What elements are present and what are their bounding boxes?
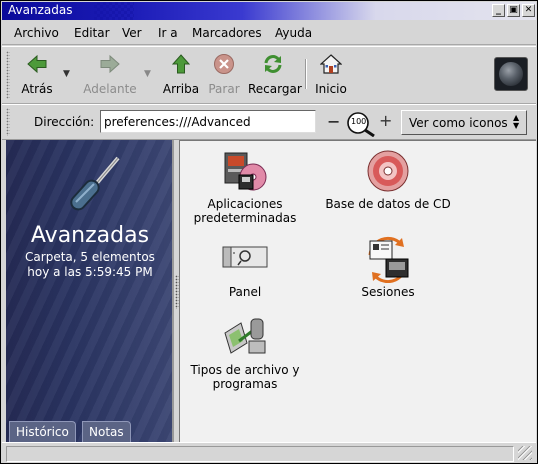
title-bar[interactable]: Avanzadas _ ▣ ✕ xyxy=(2,2,536,20)
file-item-label-line2: predeterminadas xyxy=(193,211,297,225)
status-bar xyxy=(2,442,536,463)
file-item-label: Sesiones xyxy=(361,285,415,299)
maximize-button[interactable]: ▣ xyxy=(507,4,520,17)
menu-editar[interactable]: Editar xyxy=(74,26,110,40)
zoom-level: 100 xyxy=(351,117,367,126)
forward-label: Adelante xyxy=(83,82,137,96)
file-manager-window: Avanzadas _ ▣ ✕ Archivo Editar Ver Ir a … xyxy=(0,0,538,464)
location-bar-grip[interactable] xyxy=(6,108,10,136)
panel-icon xyxy=(222,246,268,268)
window-title: Avanzadas xyxy=(8,3,73,17)
home-icon xyxy=(320,54,342,74)
forward-button[interactable]: Adelante xyxy=(80,53,140,99)
spinner-arrows-icon: ▲ ▼ xyxy=(513,113,520,130)
file-item-cd-database[interactable]: Base de datos de CD xyxy=(323,147,453,211)
file-item-label: Aplicaciones xyxy=(207,197,283,211)
file-item-sessions[interactable]: Sesiones xyxy=(323,235,453,299)
location-bar: Dirección: − 100 + Ver como iconos ▲▼ xyxy=(2,104,536,140)
stop-icon xyxy=(214,54,234,74)
tab-notas[interactable]: Notas xyxy=(82,421,131,442)
location-label: Dirección: xyxy=(34,115,95,129)
zoom-out-button[interactable]: − xyxy=(327,114,340,130)
file-item-label: Tipos de archivo y xyxy=(190,363,300,377)
stop-label: Parar xyxy=(208,82,240,96)
reload-button[interactable]: Recargar xyxy=(248,53,302,99)
zoom-in-button[interactable]: + xyxy=(379,113,392,129)
menu-ir-a[interactable]: Ir a xyxy=(158,26,178,40)
location-input[interactable] xyxy=(100,110,316,133)
file-item-label: Panel xyxy=(228,285,262,299)
menu-archivo[interactable]: Archivo xyxy=(14,26,59,40)
forward-history-dropdown-icon[interactable]: ▼ xyxy=(144,69,154,79)
default-applications-icon xyxy=(224,152,267,191)
menu-ver[interactable]: Ver xyxy=(122,26,142,40)
up-arrow-icon xyxy=(171,54,191,74)
close-button[interactable]: ✕ xyxy=(522,4,535,17)
menu-ayuda[interactable]: Ayuda xyxy=(275,26,312,40)
forward-arrow-icon xyxy=(100,54,120,74)
back-label: Atrás xyxy=(21,82,53,96)
reload-label: Recargar xyxy=(248,82,302,96)
tab-historico[interactable]: Histórico xyxy=(9,421,76,442)
resize-grip[interactable] xyxy=(518,446,532,460)
toolbar-grip[interactable] xyxy=(6,51,10,99)
back-arrow-icon xyxy=(27,54,47,74)
status-message-field xyxy=(6,446,514,462)
icon-view: Aplicaciones predeterminadas Base de dat… xyxy=(179,140,536,442)
activity-throbber xyxy=(494,57,528,91)
title-bar-pattern xyxy=(94,2,134,20)
file-item-default-applications[interactable]: Aplicaciones predeterminadas xyxy=(180,147,310,225)
back-history-dropdown-icon[interactable]: ▼ xyxy=(63,69,73,79)
reload-icon xyxy=(264,55,282,73)
back-button[interactable]: Atrás xyxy=(12,53,62,99)
content-area: Avanzadas Carpeta, 5 elementos hoy a las… xyxy=(2,140,536,442)
sidebar: Avanzadas Carpeta, 5 elementos hoy a las… xyxy=(6,140,174,442)
menu-marcadores[interactable]: Marcadores xyxy=(192,26,262,40)
cd-database-icon xyxy=(367,150,409,192)
file-types-icon xyxy=(224,318,266,354)
sessions-icon xyxy=(368,236,409,283)
screwdriver-icon xyxy=(70,156,120,211)
menu-bar: Archivo Editar Ver Ir a Marcadores Ayuda xyxy=(2,21,536,45)
minimize-button[interactable]: _ xyxy=(492,4,505,17)
view-as-select[interactable]: Ver como iconos ▲ ▼ xyxy=(401,110,527,135)
file-item-label-line2: programas xyxy=(212,377,278,391)
stop-button[interactable]: Parar xyxy=(199,53,249,99)
sidebar-info-date: hoy a las 5:59:45 PM xyxy=(27,265,153,279)
home-button[interactable]: Inicio xyxy=(306,53,356,99)
sidebar-title: Avanzadas xyxy=(30,223,150,248)
home-label: Inicio xyxy=(315,82,347,96)
file-item-panel[interactable]: Panel xyxy=(180,235,310,299)
toolbar: Atrás ▼ Adelante ▼ Arriba Parar Recargar… xyxy=(2,46,536,104)
view-as-label: Ver como iconos xyxy=(409,116,508,130)
file-item-label: Base de datos de CD xyxy=(325,197,451,211)
sidebar-info-count: Carpeta, 5 elementos xyxy=(25,250,155,264)
file-item-file-types[interactable]: Tipos de archivo y programas xyxy=(180,313,310,391)
